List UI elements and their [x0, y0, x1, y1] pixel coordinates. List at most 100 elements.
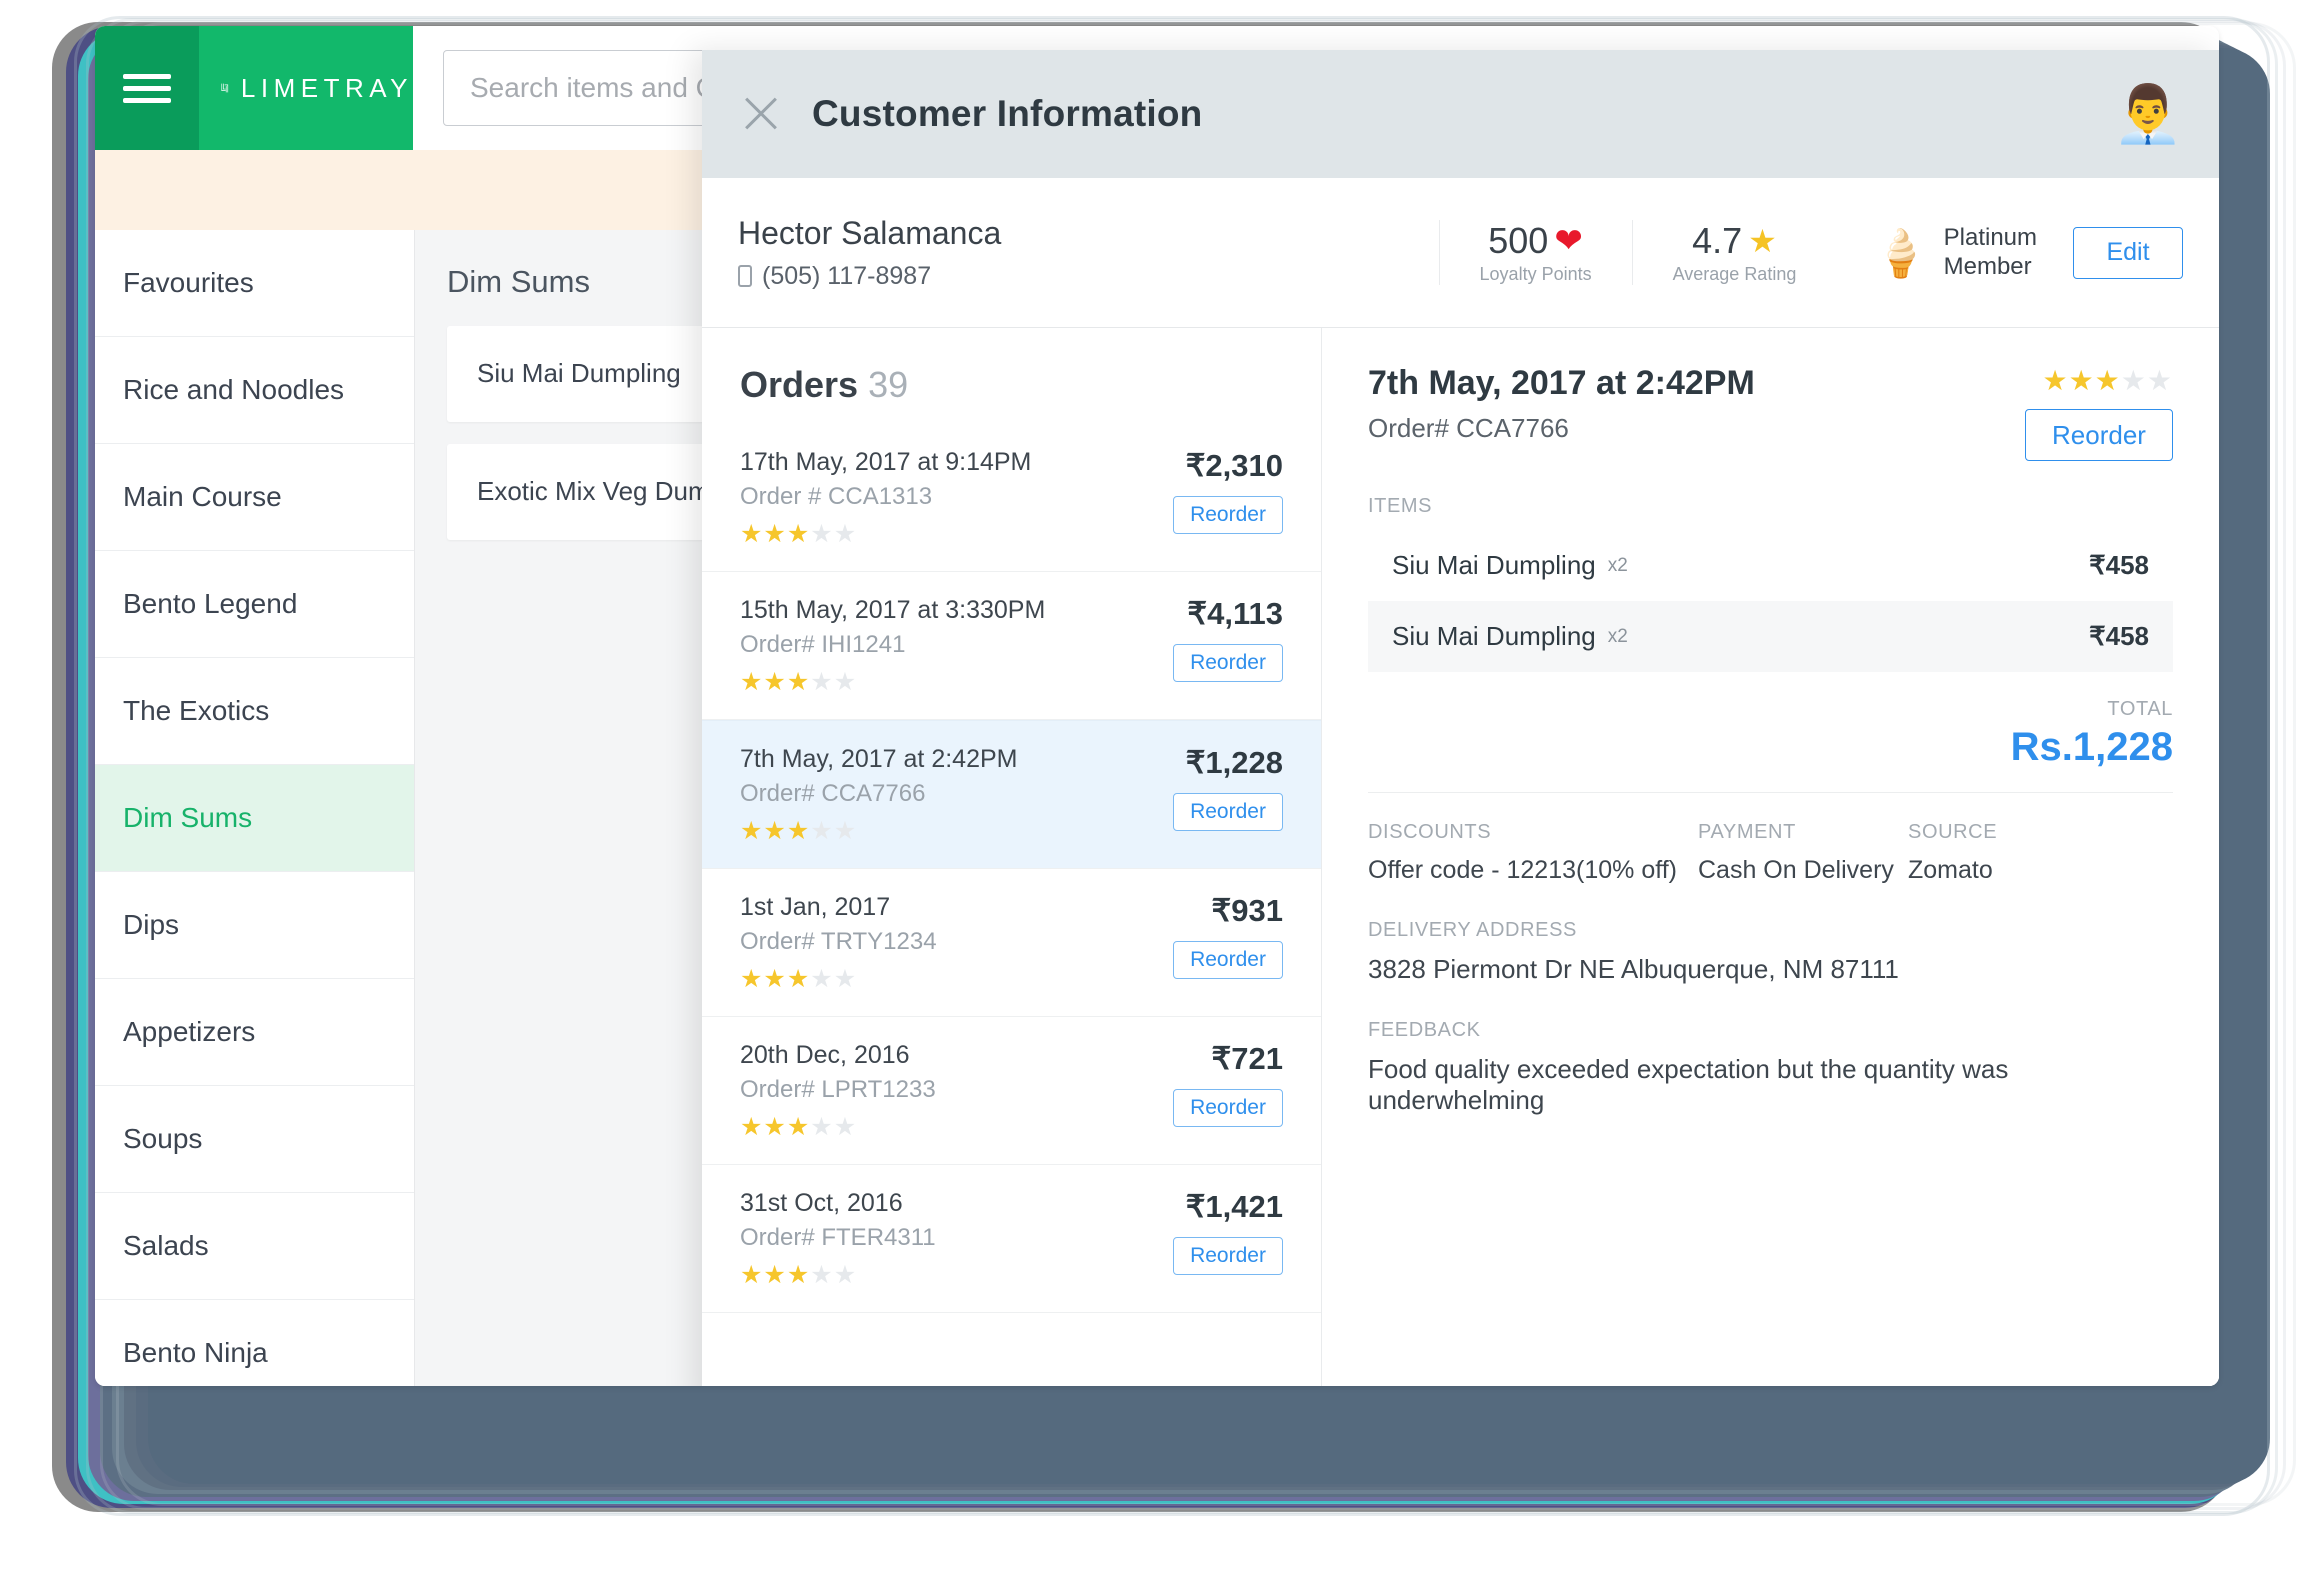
close-icon[interactable]	[738, 91, 784, 137]
mobile-phone-icon	[738, 265, 752, 287]
hamburger-menu-button[interactable]	[95, 26, 199, 150]
ice-cream-cone-icon: 🍦	[1872, 226, 1930, 279]
orders-heading-label: Orders	[740, 364, 859, 405]
delivery-address-value: 3828 Piermont Dr NE Albuquerque, NM 8711…	[1368, 954, 1899, 984]
heart-icon: ❤	[1554, 222, 1583, 260]
sidebar-item-rice-and-noodles[interactable]: Rice and Noodles	[95, 337, 414, 444]
detail-reorder-button[interactable]: Reorder	[2025, 409, 2173, 461]
order-date: 7th May, 2017 at 2:42PM	[740, 745, 1018, 773]
order-number: Order# CCA7766	[740, 780, 926, 807]
average-rating-value: 4.7	[1692, 220, 1743, 261]
items-label: ITEMS	[1368, 495, 1433, 517]
reorder-button[interactable]: Reorder	[1173, 793, 1283, 831]
discounts-block: DISCOUNTS Offer code - 12213(10% off)	[1368, 821, 1698, 885]
order-date: 20th Dec, 2016	[740, 1041, 910, 1069]
sidebar-item-favourites[interactable]: Favourites	[95, 230, 414, 337]
customer-phone-value: (505) 117-8987	[762, 261, 932, 290]
payment-label: PAYMENT	[1698, 821, 1796, 843]
reorder-button[interactable]: Reorder	[1173, 1237, 1283, 1275]
sidebar-item-bento-ninja[interactable]: Bento Ninja	[95, 1300, 414, 1386]
limetray-mark-icon	[221, 83, 229, 93]
sidebar-item-main-course[interactable]: Main Course	[95, 444, 414, 551]
sidebar-item-the-exotics[interactable]: The Exotics	[95, 658, 414, 765]
order-item-name: Siu Mai Dumpling	[1392, 550, 1596, 580]
order-list-item[interactable]: 1st Jan, 2017 Order# TRTY1234 ★★★★★ ₹931…	[702, 869, 1321, 1017]
sidebar-item-dim-sums[interactable]: Dim Sums	[95, 765, 414, 872]
order-amount: ₹721	[1211, 1041, 1283, 1076]
payment-value: Cash On Delivery	[1698, 856, 1894, 884]
order-item-qty: x2	[1607, 625, 1628, 647]
detail-order-number: Order# CCA7766	[1368, 413, 1569, 443]
order-list-item[interactable]: 15th May, 2017 at 3:330PM Order# IHI1241…	[702, 572, 1321, 720]
order-number: Order# LPRT1233	[740, 1076, 936, 1103]
order-amount: ₹931	[1211, 893, 1283, 928]
edit-button[interactable]: Edit	[2073, 226, 2183, 279]
average-rating-label: Average Rating	[1672, 264, 1797, 284]
order-number: Order # CCA1313	[740, 483, 933, 510]
order-amount: ₹1,228	[1185, 745, 1283, 780]
feedback-value: Food quality exceeded expectation but th…	[1368, 1054, 2009, 1115]
order-date: 15th May, 2017 at 3:330PM	[740, 596, 1046, 624]
order-date: 17th May, 2017 at 9:14PM	[740, 448, 1032, 476]
order-list-item[interactable]: 17th May, 2017 at 9:14PM Order # CCA1313…	[702, 424, 1321, 572]
total-label: TOTAL	[2107, 698, 2173, 720]
orders-heading: Orders 39	[702, 328, 1321, 424]
order-item-amount: ₹458	[2089, 550, 2149, 580]
detail-order-date: 7th May, 2017 at 2:42PM	[1368, 364, 1755, 402]
loyalty-points-label: Loyalty Points	[1479, 264, 1592, 284]
order-list-item[interactable]: 20th Dec, 2016 Order# LPRT1233 ★★★★★ ₹72…	[702, 1017, 1321, 1165]
order-list-item[interactable]: 31st Oct, 2016 Order# FTER4311 ★★★★★ ₹1,…	[702, 1165, 1321, 1313]
order-detail-pane: 7th May, 2017 at 2:42PM Order# CCA7766 ★…	[1322, 328, 2219, 1386]
category-sidebar: Favourites Rice and Noodles Main Course …	[95, 230, 415, 1386]
sidebar-item-salads[interactable]: Salads	[95, 1193, 414, 1300]
customer-name: Hector Salamanca	[738, 214, 1002, 251]
loyalty-points-stat: 500 ❤ Loyalty Points	[1438, 220, 1632, 285]
order-number: Order# IHI1241	[740, 631, 906, 658]
customer-phone: (505) 117-8987	[738, 262, 1439, 291]
discounts-label: DISCOUNTS	[1368, 821, 1492, 843]
reorder-button[interactable]: Reorder	[1173, 1089, 1283, 1127]
sidebar-item-dips[interactable]: Dips	[95, 872, 414, 979]
hamburger-icon	[123, 67, 171, 110]
order-item-name: Siu Mai Dumpling	[1392, 621, 1596, 651]
order-date: 1st Jan, 2017	[740, 893, 891, 921]
source-value: Zomato	[1908, 856, 1993, 884]
order-item-amount: ₹458	[2089, 621, 2149, 651]
customer-information-modal: Customer Information 👨‍💼 Hector Salamanc…	[702, 50, 2219, 1386]
payment-block: PAYMENT Cash On Delivery	[1698, 821, 1908, 885]
order-rating-stars: ★★★★★	[740, 520, 858, 548]
order-date: 31st Oct, 2016	[740, 1189, 903, 1217]
order-rating-stars: ★★★★★	[740, 817, 858, 845]
loyalty-points-value: 500	[1488, 220, 1549, 261]
order-detail-header: 7th May, 2017 at 2:42PM Order# CCA7766 ★…	[1368, 364, 2173, 461]
sidebar-item-appetizers[interactable]: Appetizers	[95, 979, 414, 1086]
order-rating-stars: ★★★★★	[740, 1113, 858, 1141]
tier-line-2: Member	[1943, 252, 2032, 280]
sidebar-item-bento-legend[interactable]: Bento Legend	[95, 551, 414, 658]
membership-tier: 🍦 Platinum Member	[1836, 224, 2073, 281]
tier-line-1: Platinum	[1943, 224, 2037, 252]
order-meta-row: DISCOUNTS Offer code - 12213(10% off) PA…	[1368, 793, 2173, 885]
modal-header: Customer Information 👨‍💼	[702, 50, 2219, 178]
orders-pane: Orders 39 17th May, 2017 at 9:14PM Order…	[702, 328, 1322, 1386]
sidebar-item-soups[interactable]: Soups	[95, 1086, 414, 1193]
source-block: SOURCE Zomato	[1908, 821, 1997, 885]
source-label: SOURCE	[1908, 821, 1998, 843]
order-number: Order# TRTY1234	[740, 928, 937, 955]
reorder-button[interactable]: Reorder	[1173, 644, 1283, 682]
delivery-address-block: DELIVERY ADDRESS 3828 Piermont Dr NE Alb…	[1368, 919, 2173, 985]
order-item-row: Siu Mai Dumpling x2 ₹458	[1368, 601, 2173, 672]
order-list-item-selected[interactable]: 7th May, 2017 at 2:42PM Order# CCA7766 ★…	[702, 720, 1321, 869]
total-value: Rs.1,228	[2010, 725, 2173, 769]
detail-rating-stars: ★★★★★	[2042, 365, 2173, 396]
order-item-qty: x2	[1607, 554, 1628, 576]
order-amount: ₹1,421	[1185, 1189, 1283, 1224]
reorder-button[interactable]: Reorder	[1173, 496, 1283, 534]
reorder-button[interactable]: Reorder	[1173, 941, 1283, 979]
brand-logo: LIMETRAY	[199, 26, 413, 150]
average-rating-stat: 4.7 ★ Average Rating	[1631, 220, 1837, 285]
discounts-value: Offer code - 12213(10% off)	[1368, 856, 1677, 884]
avatar[interactable]: 👨‍💼	[2113, 86, 2183, 142]
star-icon: ★	[1748, 223, 1777, 259]
order-item-row: Siu Mai Dumpling x2 ₹458	[1368, 530, 2173, 601]
